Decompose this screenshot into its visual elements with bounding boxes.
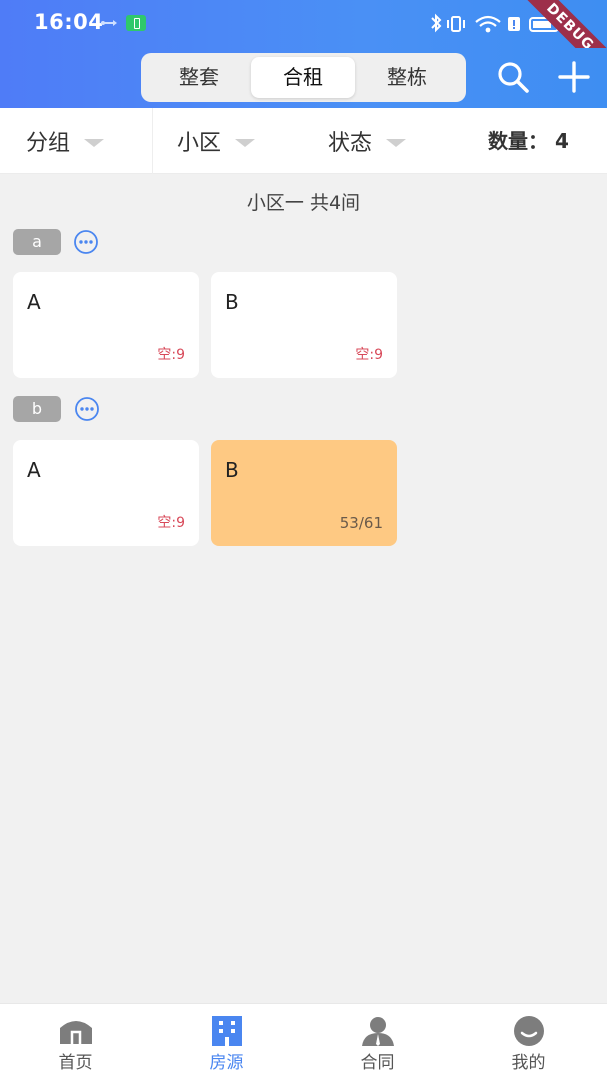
usb-icon xyxy=(101,20,117,26)
add-icon[interactable] xyxy=(557,60,591,94)
status-time: 16:04 xyxy=(34,10,104,34)
filter-group[interactable]: 分组 xyxy=(26,108,105,174)
room-vacancy: 空:9 xyxy=(157,515,185,531)
room-vacancy: 空:9 xyxy=(157,347,185,363)
room-card[interactable]: A 空:9 xyxy=(13,440,199,546)
community-title: 小区一 共4间 xyxy=(246,192,361,214)
filter-bar: 分组 小区 状态 数量： 4 xyxy=(0,108,607,174)
bluetooth-icon xyxy=(431,13,442,33)
filter-status-label: 状态 xyxy=(328,131,373,156)
nav-label: 我的 xyxy=(511,1053,546,1073)
filter-community[interactable]: 小区 xyxy=(177,108,256,174)
group-tag: b xyxy=(13,396,61,422)
group-tag: a xyxy=(13,229,61,255)
status-bar: 16:04 DEBUG xyxy=(0,0,607,88)
room-occupancy: 53/61 xyxy=(339,514,383,532)
room-name: A xyxy=(27,290,41,314)
room-name: B xyxy=(225,290,239,314)
wifi-icon xyxy=(475,15,501,33)
search-icon[interactable] xyxy=(496,60,530,94)
nav-label: 房源 xyxy=(209,1053,244,1073)
tab-whole-building[interactable]: 整栋 xyxy=(355,57,459,98)
chevron-down-icon xyxy=(235,139,256,147)
filter-status[interactable]: 状态 xyxy=(328,108,407,174)
filter-community-label: 小区 xyxy=(177,131,222,156)
battery-saver-icon xyxy=(126,15,146,31)
tab-shared-rent[interactable]: 合租 xyxy=(251,57,355,98)
home-icon xyxy=(60,1021,92,1044)
alert-icon xyxy=(508,17,520,31)
nav-label: 合同 xyxy=(360,1053,395,1073)
nav-item-listings[interactable]: 房源 xyxy=(151,1004,302,1080)
more-options-icon[interactable] xyxy=(73,229,99,255)
profile-icon xyxy=(514,1016,544,1046)
chevron-down-icon xyxy=(84,139,105,147)
tab-whole-unit[interactable]: 整套 xyxy=(147,57,251,98)
room-vacancy: 空:9 xyxy=(355,347,383,363)
rental-type-segment: 整套 合租 整栋 xyxy=(141,53,466,102)
room-card[interactable]: B 空:9 xyxy=(211,272,397,378)
room-count: 数量： 4 xyxy=(488,129,569,153)
filter-divider xyxy=(152,108,153,174)
nav-item-home[interactable]: 首页 xyxy=(0,1004,151,1080)
room-name: B xyxy=(225,458,239,482)
building-icon xyxy=(212,1016,242,1046)
nav-label: 首页 xyxy=(58,1053,93,1073)
filter-group-label: 分组 xyxy=(26,131,71,156)
room-card-occupied[interactable]: B 53/61 xyxy=(211,440,397,546)
chevron-down-icon xyxy=(386,139,407,147)
room-card[interactable]: A 空:9 xyxy=(13,272,199,378)
vibrate-icon xyxy=(447,16,465,32)
nav-item-profile[interactable]: 我的 xyxy=(453,1004,604,1080)
more-options-icon[interactable] xyxy=(74,396,100,422)
room-name: A xyxy=(27,458,41,482)
nav-item-contracts[interactable]: 合同 xyxy=(302,1004,453,1080)
contract-icon xyxy=(362,1017,394,1046)
bottom-nav: 首页 房源 合同 我的 xyxy=(0,1003,607,1080)
